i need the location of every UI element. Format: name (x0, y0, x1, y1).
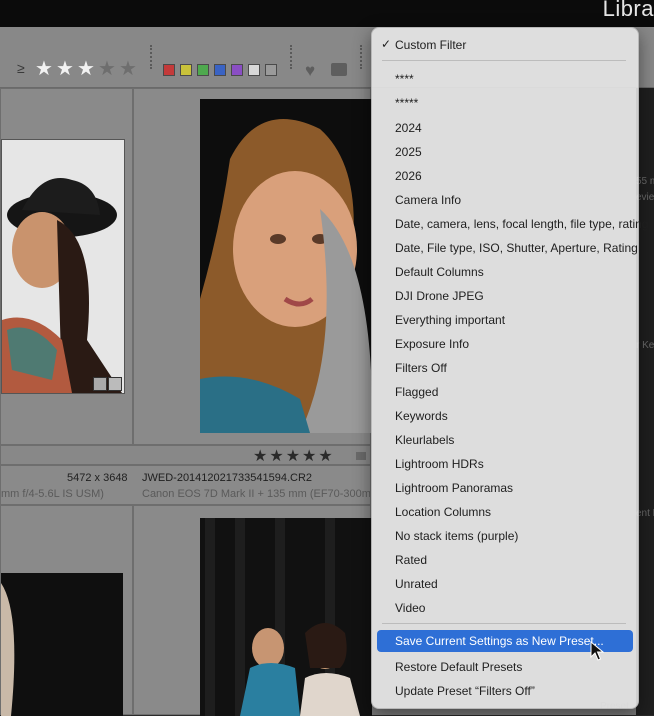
menu-item[interactable]: Flagged (395, 383, 438, 401)
menu-item[interactable]: 2025 (395, 143, 422, 161)
check-icon: ✓ (381, 37, 392, 51)
app-title: Libra (602, 0, 654, 21)
grid-cell[interactable] (0, 505, 133, 716)
menu-item[interactable]: Lightroom Panoramas (395, 479, 513, 497)
grid-cell[interactable] (133, 88, 372, 445)
menu-item[interactable]: 2024 (395, 119, 422, 137)
menu-item[interactable]: No stack items (purple) (395, 527, 518, 545)
crop-badge-icon (108, 377, 122, 391)
menu-item[interactable]: Location Columns (395, 503, 491, 521)
thumbnail-duo[interactable] (200, 518, 372, 716)
photo-dimensions: 5472 x 3648 (67, 472, 128, 484)
restore-presets-menu-item[interactable]: Restore Default Presets (395, 658, 522, 676)
menu-item[interactable]: Lightroom HDRs (395, 455, 484, 473)
comment-icon[interactable] (331, 63, 347, 76)
menu-item[interactable]: Date, camera, lens, focal length, file t… (395, 215, 648, 233)
rating-operator[interactable]: ≥ (17, 60, 25, 76)
caption-row: 5472 x 3648 mm f/4-5.6L IS USM) JWED-201… (0, 465, 371, 505)
filter-preset-menu: ✓ Custom Filter **** ***** 2024 2025 202… (371, 27, 648, 709)
menu-item[interactable]: Keywords (395, 407, 448, 425)
menu-item[interactable]: 2026 (395, 167, 422, 185)
rating-star-5[interactable]: ★ (119, 59, 137, 79)
grid-cell[interactable] (0, 88, 133, 454)
menu-item[interactable]: Exposure Info (395, 335, 469, 353)
color-label-purple[interactable] (231, 64, 243, 76)
color-label-blue[interactable] (214, 64, 226, 76)
photo-rating[interactable]: ★★★★★ (253, 446, 335, 466)
menu-item[interactable]: DJI Drone JPEG (395, 287, 484, 305)
menu-item[interactable]: Unrated (395, 575, 438, 593)
menu-item[interactable]: Camera Info (395, 191, 461, 209)
color-label-custom[interactable] (248, 64, 260, 76)
flag-icon (356, 452, 366, 460)
menu-item[interactable]: Everything important (395, 311, 505, 329)
lens-info: mm f/4-5.6L IS USM) (1, 488, 104, 500)
title-bar: Libra (0, 0, 654, 27)
divider (150, 45, 154, 69)
color-label-yellow[interactable] (180, 64, 192, 76)
color-label-none[interactable] (265, 64, 277, 76)
thumbnail-portrait[interactable] (200, 99, 372, 433)
color-label-green[interactable] (197, 64, 209, 76)
rating-star-2[interactable]: ★ (56, 59, 74, 79)
menu-item[interactable]: Rated (395, 551, 427, 569)
rating-star-3[interactable]: ★ (77, 59, 95, 79)
divider (290, 45, 294, 69)
rating-star-4[interactable]: ★ (98, 59, 116, 79)
heart-icon[interactable]: ♥ (305, 61, 315, 81)
cursor-icon (590, 641, 604, 661)
edit-badge-icon (93, 377, 107, 391)
divider (360, 45, 364, 69)
menu-item[interactable]: Default Columns (395, 263, 484, 281)
thumbnail-dark[interactable] (1, 573, 123, 716)
menu-item[interactable]: **** (395, 70, 414, 88)
file-name: JWED-20141202173354​1594.CR2 (142, 472, 313, 484)
menu-item[interactable]: Kleurlabels (395, 431, 454, 449)
save-preset-menu-item[interactable]: Save Current Settings as New Preset... (395, 632, 604, 650)
color-label-red[interactable] (163, 64, 175, 76)
rating-strip: ★★★★★ (0, 445, 371, 465)
rating-star-1[interactable]: ★ (35, 59, 53, 79)
menu-item-custom-filter[interactable]: Custom Filter (395, 36, 466, 54)
menu-separator (382, 623, 626, 624)
update-preset-menu-item[interactable]: Update Preset “Filters Off” (395, 682, 535, 700)
menu-item[interactable]: ***** (395, 94, 418, 112)
menu-item[interactable]: Date, File type, ISO, Shutter, Aperture,… (395, 239, 638, 257)
grid-cell[interactable] (133, 505, 372, 716)
thumbnail-hat-woman[interactable] (1, 139, 125, 394)
menu-item[interactable]: Filters Off (395, 359, 447, 377)
menu-item[interactable]: Video (395, 599, 425, 617)
camera-info: Canon EOS 7D Mark II + 135 mm (EF70-300m… (142, 488, 370, 500)
menu-separator (382, 60, 626, 61)
